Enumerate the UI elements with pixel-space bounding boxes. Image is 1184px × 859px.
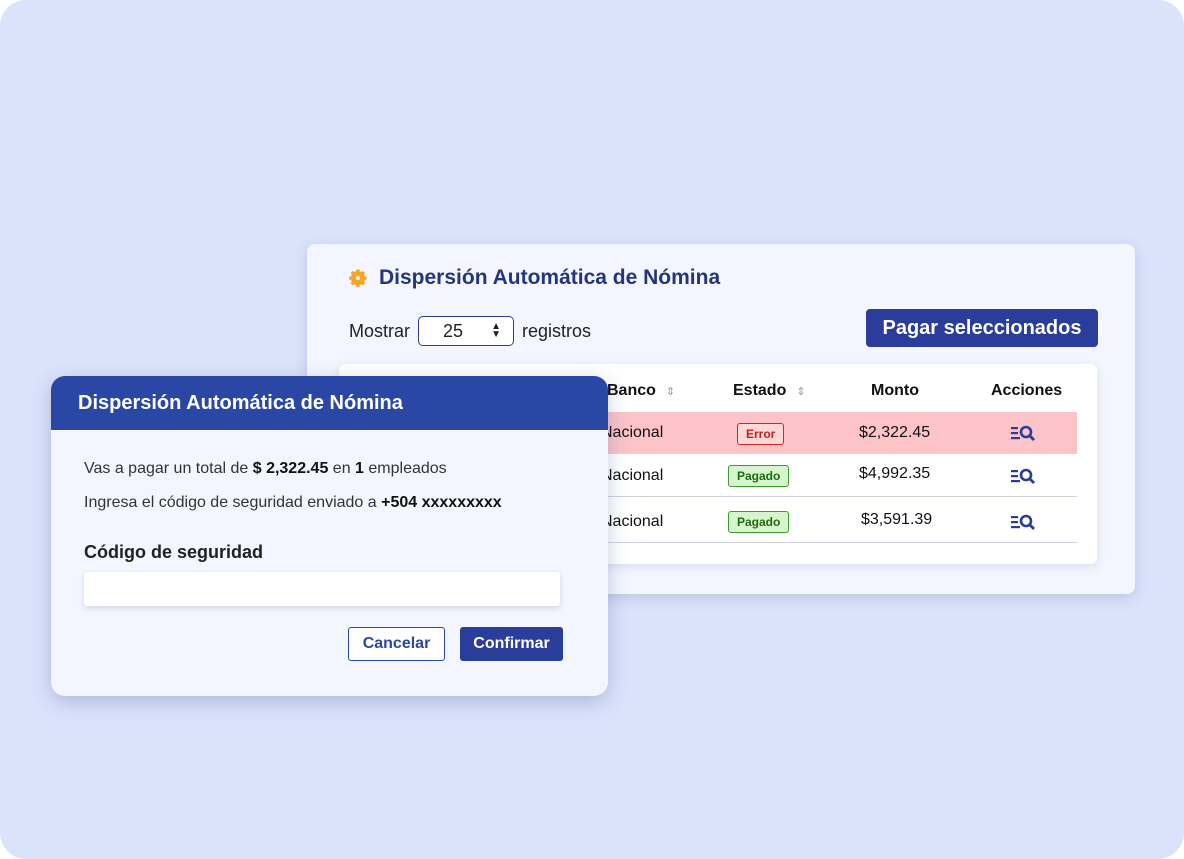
- security-code-input[interactable]: [84, 572, 560, 606]
- cell-amount: $3,591.39: [861, 511, 933, 528]
- column-header-actions: Acciones: [991, 382, 1063, 399]
- status-badge: Pagado: [728, 511, 790, 533]
- summary-amount: $ 2,322.45: [252, 460, 329, 477]
- list-search-icon[interactable]: [1011, 424, 1037, 442]
- modal-title: Dispersión Automática de Nómina: [51, 376, 608, 430]
- cell-amount: $4,992.35: [859, 465, 931, 482]
- confirm-payment-modal: Dispersión Automática de Nómina Vas a pa…: [51, 376, 608, 696]
- cancel-button[interactable]: Cancelar: [348, 627, 445, 661]
- column-header-status[interactable]: Estado ⇕: [733, 382, 806, 400]
- notice-phone: +504 xxxxxxxxx: [381, 494, 502, 511]
- notice-text: Ingresa el código de seguridad enviado a: [84, 494, 382, 511]
- summary-text: en: [328, 460, 356, 477]
- page-size-value: 25: [443, 320, 464, 341]
- column-header-bank[interactable]: Banco ⇕: [607, 382, 675, 400]
- summary-text: empleados: [363, 460, 447, 477]
- status-badge: Pagado: [728, 465, 790, 487]
- show-label: Mostrar: [349, 320, 411, 341]
- column-header-status-label: Estado: [733, 382, 787, 399]
- summary-count: 1: [355, 460, 364, 477]
- cell-bank: Nacional: [601, 513, 664, 530]
- status-badge: Error: [737, 423, 785, 445]
- records-label: registros: [522, 320, 592, 341]
- sort-icon: ⇕: [665, 386, 676, 398]
- background-canvas: Dispersión Automática de Nómina Mostrar …: [0, 0, 1184, 859]
- column-header-amount: Monto: [871, 382, 919, 399]
- sort-icon: ⇕: [796, 386, 806, 398]
- security-code-label: Código de seguridad: [84, 542, 264, 562]
- card-title: Dispersión Automática de Nómina: [347, 266, 720, 290]
- column-header-bank-label: Banco: [607, 382, 656, 399]
- cell-bank: Nacional: [601, 424, 664, 441]
- list-search-icon[interactable]: [1011, 467, 1037, 485]
- code-sent-notice: Ingresa el código de seguridad enviado a…: [84, 494, 502, 512]
- page-size-row: Mostrar 25 ▲ ▼ registros: [349, 316, 591, 346]
- confirm-button[interactable]: Confirmar: [460, 627, 563, 661]
- gear-icon: [349, 269, 367, 287]
- page-size-select[interactable]: 25 ▲ ▼: [418, 316, 515, 346]
- card-title-text: Dispersión Automática de Nómina: [379, 266, 721, 289]
- list-search-icon[interactable]: [1011, 513, 1037, 531]
- payment-summary: Vas a pagar un total de $ 2,322.45 en 1 …: [84, 460, 447, 478]
- summary-text: Vas a pagar un total de: [84, 460, 253, 477]
- select-arrows-icon: ▲ ▼: [491, 321, 502, 340]
- pay-selected-button[interactable]: Pagar seleccionados: [866, 309, 1098, 347]
- cell-bank: Nacional: [601, 467, 664, 484]
- cell-amount: $2,322.45: [859, 424, 931, 441]
